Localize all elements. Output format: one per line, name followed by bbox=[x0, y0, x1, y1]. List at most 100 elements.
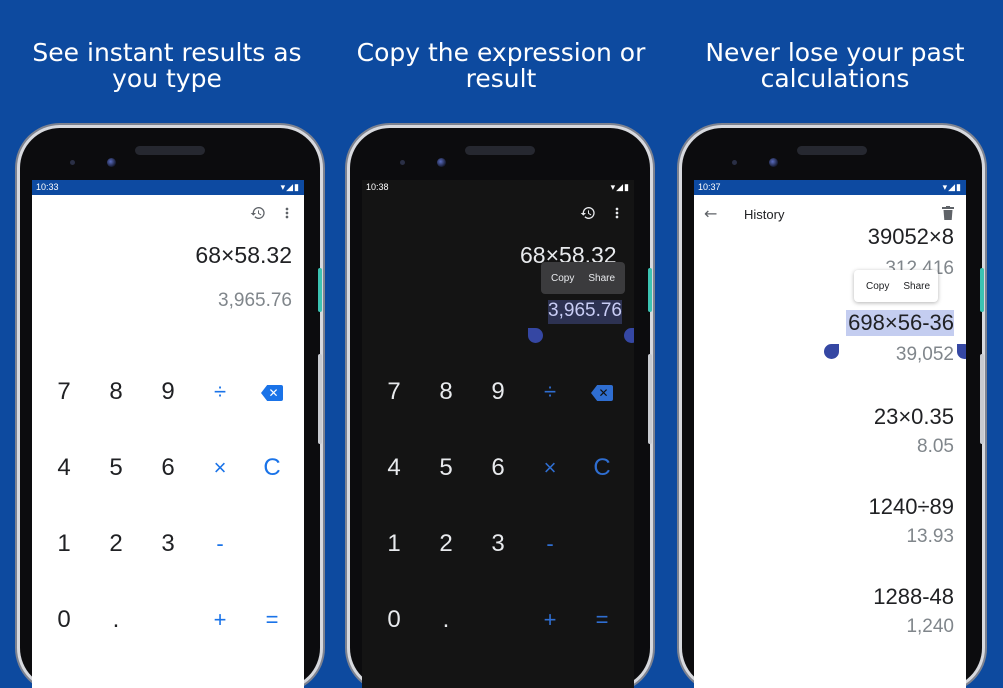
key-8[interactable]: 8 bbox=[90, 378, 142, 406]
caption: Never lose your past calculations bbox=[668, 40, 1002, 92]
key-8[interactable]: 8 bbox=[420, 378, 472, 406]
key-divide[interactable]: ÷ bbox=[194, 378, 246, 406]
history-entry[interactable]: 1288-48 1,240 bbox=[873, 584, 954, 638]
result-display-selected[interactable]: 3,965.76 bbox=[548, 300, 622, 324]
key-2[interactable]: 2 bbox=[90, 530, 142, 558]
phone-frame: 10:33 ▾◢▮ 68×58.32 3,965.76 7 8 9 ÷ ✕ 4 bbox=[20, 128, 322, 688]
expression-display[interactable]: 68×58.32 bbox=[195, 242, 292, 269]
text-selection-popup: Copy Share bbox=[854, 270, 938, 302]
key-7[interactable]: 7 bbox=[368, 378, 420, 406]
share-button[interactable]: Share bbox=[903, 281, 930, 292]
panel-history: Never lose your past calculations 10:37 … bbox=[668, 0, 1002, 688]
selection-handle-left[interactable] bbox=[824, 344, 839, 359]
key-6[interactable]: 6 bbox=[142, 454, 194, 482]
caption: See instant results as you type bbox=[0, 40, 334, 92]
key-4[interactable]: 4 bbox=[368, 454, 420, 482]
key-1[interactable]: 1 bbox=[38, 530, 90, 558]
key-3[interactable]: 3 bbox=[142, 530, 194, 558]
selection-handle-right[interactable] bbox=[624, 328, 634, 343]
history-icon[interactable] bbox=[580, 205, 596, 225]
copy-button[interactable]: Copy bbox=[866, 281, 889, 292]
key-decimal[interactable]: . bbox=[90, 606, 142, 634]
power-button bbox=[648, 268, 652, 312]
key-2[interactable]: 2 bbox=[420, 530, 472, 558]
key-5[interactable]: 5 bbox=[90, 454, 142, 482]
signal-icon: ◢ bbox=[286, 182, 295, 192]
history-icon[interactable] bbox=[250, 205, 266, 225]
key-4[interactable]: 4 bbox=[38, 454, 90, 482]
key-3[interactable]: 3 bbox=[472, 530, 524, 558]
toolbar bbox=[362, 195, 634, 235]
status-bar: 10:33 ▾◢▮ bbox=[32, 180, 304, 195]
key-clear[interactable]: C bbox=[246, 454, 298, 482]
trash-icon[interactable] bbox=[942, 206, 954, 224]
history-entry[interactable]: 1240÷89 13.93 bbox=[869, 494, 955, 548]
panel-copy: Copy the expression or result 10:38 ▾◢▮ bbox=[334, 0, 668, 688]
status-bar: 10:38 ▾◢▮ bbox=[362, 180, 634, 195]
volume-button bbox=[318, 354, 322, 444]
key-add[interactable]: + bbox=[524, 606, 576, 634]
key-equals[interactable]: = bbox=[576, 606, 628, 634]
caption-line-1: Never lose your past bbox=[705, 38, 965, 67]
key-decimal[interactable]: . bbox=[420, 606, 472, 634]
key-backspace[interactable]: ✕ bbox=[246, 376, 298, 404]
earpiece-speaker bbox=[135, 146, 205, 155]
status-time: 10:38 bbox=[366, 182, 389, 192]
key-5[interactable]: 5 bbox=[420, 454, 472, 482]
sensor-icon bbox=[400, 160, 405, 165]
selection-handle-right[interactable] bbox=[957, 344, 966, 359]
key-1[interactable]: 1 bbox=[368, 530, 420, 558]
key-clear[interactable]: C bbox=[576, 454, 628, 482]
sensor-icon bbox=[70, 160, 75, 165]
backspace-icon: ✕ bbox=[261, 385, 283, 401]
front-camera-icon bbox=[437, 158, 446, 167]
toolbar bbox=[32, 195, 304, 235]
copy-button[interactable]: Copy bbox=[551, 273, 574, 284]
more-vert-icon[interactable] bbox=[282, 205, 292, 225]
key-backspace[interactable]: ✕ bbox=[576, 376, 628, 404]
key-divide[interactable]: ÷ bbox=[524, 378, 576, 406]
history-title: History bbox=[744, 207, 785, 222]
selection-handle-left[interactable] bbox=[528, 328, 543, 343]
arrow-back-icon[interactable]: ← bbox=[704, 205, 717, 223]
battery-icon: ▮ bbox=[624, 182, 630, 192]
key-0[interactable]: 0 bbox=[368, 606, 420, 634]
key-0[interactable]: 0 bbox=[38, 606, 90, 634]
caption: Copy the expression or result bbox=[334, 40, 668, 92]
earpiece-speaker bbox=[797, 146, 867, 155]
key-9[interactable]: 9 bbox=[142, 378, 194, 406]
phone-frame: 10:37 ▾◢▮ ← History 39052×8 312,416 Copy… bbox=[682, 128, 984, 688]
key-9[interactable]: 9 bbox=[472, 378, 524, 406]
status-bar: 10:37 ▾◢▮ bbox=[694, 180, 966, 195]
battery-icon: ▮ bbox=[956, 182, 962, 192]
key-equals[interactable]: = bbox=[246, 606, 298, 634]
caption-line-2: calculations bbox=[760, 64, 910, 93]
key-7[interactable]: 7 bbox=[38, 378, 90, 406]
front-camera-icon bbox=[107, 158, 116, 167]
history-entry-selected[interactable]: 698×56-36 39,052 bbox=[846, 310, 954, 366]
status-time: 10:37 bbox=[698, 182, 721, 192]
battery-icon: ▮ bbox=[294, 182, 300, 192]
key-subtract[interactable]: - bbox=[524, 530, 576, 558]
caption-line-2: result bbox=[465, 64, 537, 93]
text-selection-popup: Copy Share bbox=[541, 262, 625, 294]
calculator-screen: 10:33 ▾◢▮ 68×58.32 3,965.76 7 8 9 ÷ ✕ 4 bbox=[32, 180, 304, 688]
key-multiply[interactable]: × bbox=[524, 454, 576, 482]
key-6[interactable]: 6 bbox=[472, 454, 524, 482]
caption-line-1: See instant results as bbox=[32, 38, 302, 67]
result-display[interactable]: 3,965.76 bbox=[218, 290, 292, 312]
power-button bbox=[318, 268, 322, 312]
calculator-screen-dark: 10:38 ▾◢▮ 68×58.32 Copy Share 3,965.76 7… bbox=[362, 180, 634, 688]
volume-button bbox=[980, 354, 984, 444]
signal-icon: ◢ bbox=[616, 182, 625, 192]
key-multiply[interactable]: × bbox=[194, 454, 246, 482]
phone-frame: 10:38 ▾◢▮ 68×58.32 Copy Share 3,965.76 7… bbox=[350, 128, 652, 688]
share-button[interactable]: Share bbox=[588, 273, 615, 284]
key-subtract[interactable]: - bbox=[194, 530, 246, 558]
volume-button bbox=[648, 354, 652, 444]
front-camera-icon bbox=[769, 158, 778, 167]
key-add[interactable]: + bbox=[194, 606, 246, 634]
more-vert-icon[interactable] bbox=[612, 205, 622, 225]
history-entry[interactable]: 23×0.35 8.05 bbox=[874, 404, 954, 458]
signal-icon: ◢ bbox=[948, 182, 957, 192]
